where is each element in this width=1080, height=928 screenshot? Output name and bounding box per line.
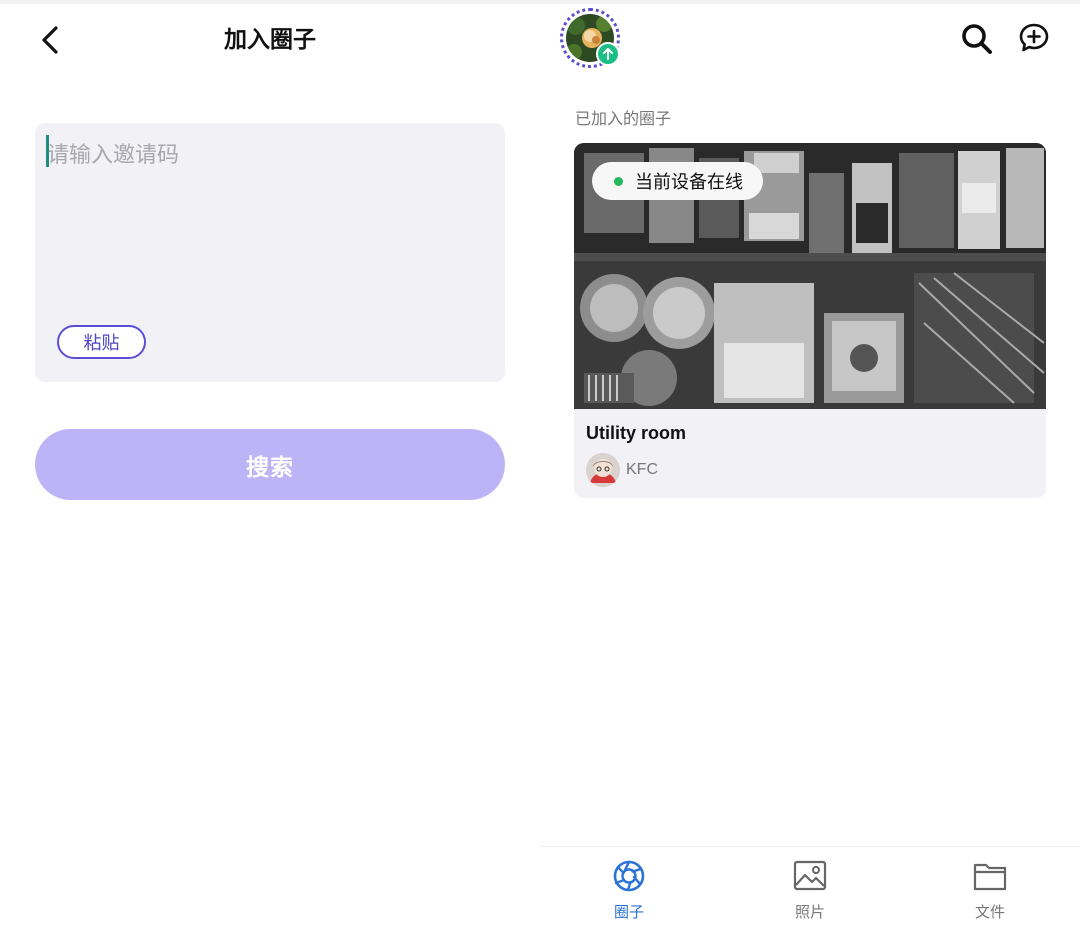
nav-tab-photos[interactable]: 照片 bbox=[750, 859, 870, 922]
folder-icon bbox=[973, 863, 1007, 891]
chevron-left-icon bbox=[42, 26, 58, 54]
circle-name: Utility room bbox=[586, 423, 687, 443]
back-button[interactable] bbox=[34, 22, 66, 58]
owner-avatar bbox=[586, 453, 620, 487]
search-button[interactable]: 搜索 bbox=[35, 429, 505, 500]
page-title: 加入圈子 bbox=[224, 27, 316, 53]
circle-owner-name: KFC bbox=[626, 461, 658, 478]
invite-code-box: 粘贴 bbox=[35, 123, 505, 382]
join-circle-panel: 加入圈子 粘贴 搜索 bbox=[0, 0, 540, 928]
add-chat-icon[interactable] bbox=[1018, 22, 1050, 54]
nav-tab-files[interactable]: 文件 bbox=[930, 859, 1050, 922]
search-icon[interactable] bbox=[960, 22, 994, 56]
invite-code-input[interactable] bbox=[47, 135, 493, 175]
section-label: 已加入的圈子 bbox=[575, 109, 672, 128]
online-status-text: 当前设备在线 bbox=[635, 172, 743, 193]
nav-label: 文件 bbox=[974, 903, 1005, 921]
text-caret bbox=[46, 135, 49, 167]
nav-label: 照片 bbox=[794, 903, 825, 921]
nav-label: 圈子 bbox=[613, 903, 644, 921]
device-online-badge: 当前设备在线 bbox=[592, 162, 763, 200]
aperture-icon bbox=[613, 860, 645, 892]
online-status-dot bbox=[614, 176, 623, 186]
arrow-up-icon bbox=[603, 48, 613, 60]
paste-button[interactable]: 粘贴 bbox=[57, 325, 146, 359]
circles-panel: 已加入的圈子 当前设备在线 Utility room KFC 圈子 照片 文件 bbox=[540, 0, 1080, 928]
upload-badge bbox=[596, 42, 620, 66]
circle-card[interactable]: 当前设备在线 Utility room KFC bbox=[574, 143, 1046, 498]
nav-tab-circles[interactable]: 圈子 bbox=[569, 859, 689, 922]
image-icon bbox=[793, 860, 827, 891]
bottom-nav: 圈子 照片 文件 bbox=[540, 846, 1080, 928]
